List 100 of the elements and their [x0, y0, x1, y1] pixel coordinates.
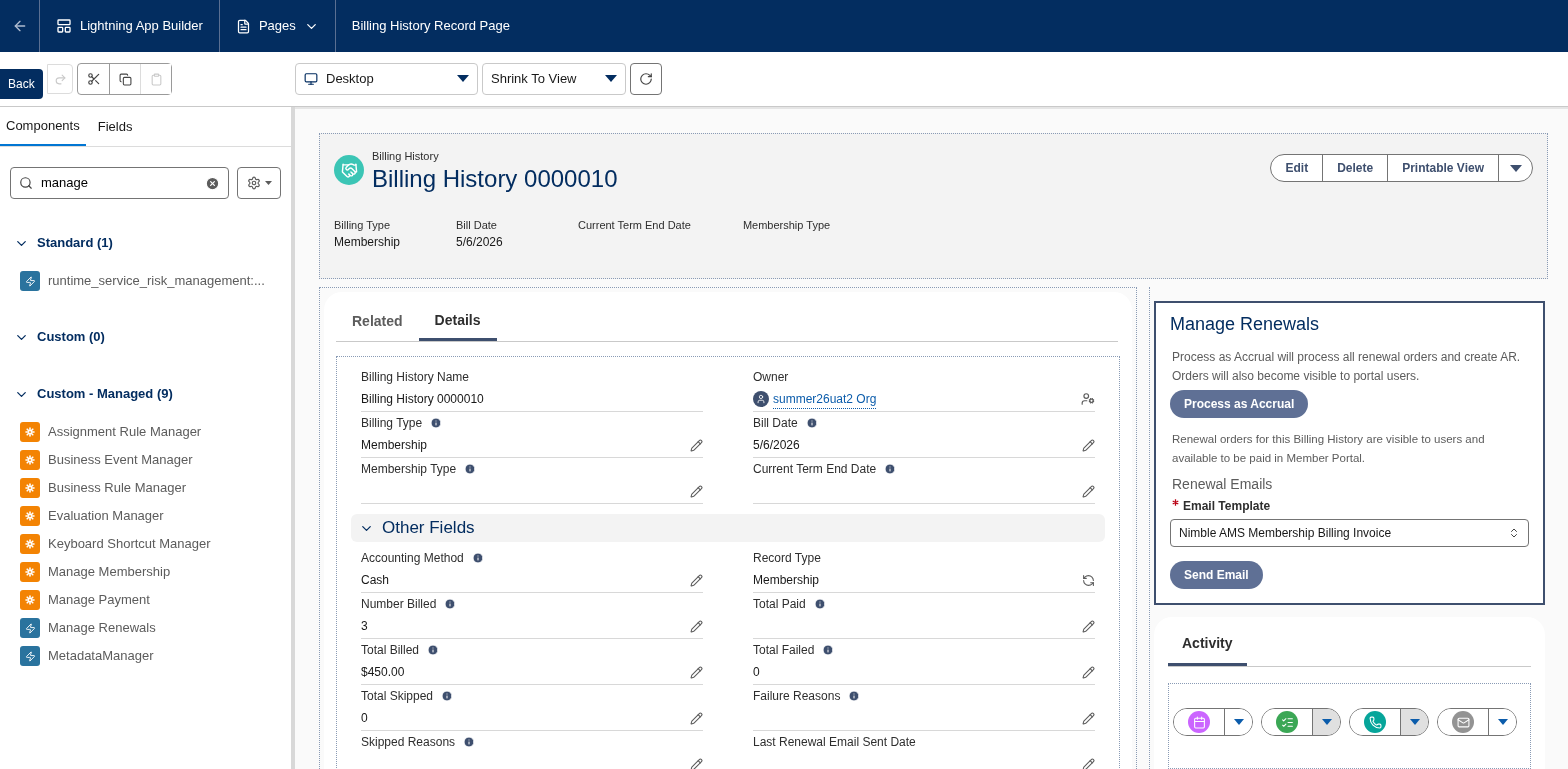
field-label: Bill Date — [753, 415, 798, 432]
field-label: Owner — [753, 369, 789, 386]
edit-icon[interactable] — [1082, 438, 1095, 452]
edit-icon[interactable] — [690, 438, 703, 452]
info-icon[interactable] — [441, 690, 454, 702]
component-item[interactable]: Business Event Manager — [0, 446, 291, 474]
record-tab[interactable]: Related — [336, 302, 419, 341]
back-tooltip: Back — [0, 69, 43, 99]
field-label: Total Skipped — [361, 688, 434, 705]
change-record-type-icon[interactable] — [1082, 573, 1095, 587]
dropdown-button[interactable] — [1224, 709, 1252, 735]
field-value: 5/6/2026 — [753, 437, 800, 454]
edit-icon[interactable] — [690, 619, 703, 633]
field-label: Billing Type — [361, 415, 423, 432]
copy-icon — [118, 72, 132, 86]
component-item[interactable]: Manage Renewals — [0, 614, 291, 642]
edit-icon[interactable] — [690, 484, 703, 498]
search-field[interactable]: manage — [10, 167, 229, 199]
group-header[interactable]: Custom - Managed (9) — [0, 382, 291, 406]
action-button[interactable]: Delete — [1322, 155, 1388, 181]
process-accrual-button[interactable]: Process as Accrual — [1170, 390, 1309, 418]
edit-icon[interactable] — [1082, 757, 1095, 769]
component-item[interactable]: MetadataManager — [0, 642, 291, 670]
app-builder-icon — [56, 18, 72, 34]
info-icon[interactable] — [848, 690, 861, 702]
record-tab[interactable]: Details — [418, 302, 497, 341]
avatar-icon — [753, 391, 769, 407]
highlight-value: Membership — [334, 234, 402, 251]
info-icon[interactable] — [430, 417, 443, 429]
dropdown-button[interactable] — [1312, 709, 1340, 735]
component-item[interactable]: Business Rule Manager — [0, 474, 291, 502]
info-icon[interactable] — [805, 417, 818, 429]
activity-tab[interactable]: Activity — [1168, 623, 1247, 666]
edit-icon[interactable] — [1082, 711, 1095, 725]
edit-icon[interactable] — [690, 711, 703, 725]
caret-icon — [1321, 719, 1332, 725]
info-icon[interactable] — [463, 736, 476, 748]
accrual-description: Process as Accrual will process all renewal orders and create AR. Orders will also become visible to portal users. — [1172, 349, 1522, 385]
field-label: Failure Reasons — [753, 688, 841, 705]
redo-icon — [53, 72, 67, 86]
component-item[interactable]: runtime_service_risk_management:... — [0, 267, 291, 295]
edit-icon[interactable] — [690, 757, 703, 769]
send-email-button[interactable]: Send Email — [1170, 561, 1263, 589]
component-item[interactable]: Manage Membership — [0, 558, 291, 586]
device-dropdown[interactable]: Desktop — [295, 63, 478, 95]
info-icon[interactable] — [884, 463, 897, 475]
field-label: Accounting Method — [361, 550, 464, 567]
field-label: Number Billed — [361, 596, 437, 613]
clipboard-icon — [149, 72, 163, 86]
template-select[interactable]: Nimble AMS Membership Billing Invoice — [1170, 519, 1529, 547]
edit-icon[interactable] — [1082, 665, 1095, 679]
action-button[interactable]: Printable View — [1387, 155, 1498, 181]
info-icon[interactable] — [822, 644, 835, 656]
component-item[interactable]: Manage Payment — [0, 586, 291, 614]
info-icon[interactable] — [813, 598, 826, 610]
component-item[interactable]: Evaluation Manager — [0, 502, 291, 530]
action-button[interactable]: Edit — [1271, 155, 1323, 181]
clear-icon[interactable] — [205, 175, 220, 191]
app-title: Lightning App Builder — [80, 17, 203, 36]
field-label: Billing History Name — [361, 369, 470, 386]
info-icon[interactable] — [444, 598, 457, 610]
caret-icon — [1509, 164, 1522, 172]
change-owner-icon[interactable] — [1081, 392, 1095, 406]
dropdown-button[interactable] — [1488, 709, 1516, 735]
field-label: Skipped Reasons — [361, 734, 456, 751]
monitor-icon — [304, 72, 318, 86]
dropdown-button[interactable] — [1400, 709, 1428, 735]
highlight-label: Billing Type — [334, 217, 392, 233]
caret-icon — [605, 75, 617, 83]
page-title: Billing History Record Page — [351, 17, 510, 36]
section-header[interactable]: Other Fields — [351, 514, 1105, 542]
object-name: Billing History — [372, 149, 440, 164]
caret-icon — [1497, 719, 1508, 725]
component-item[interactable]: Keyboard Shortcut Manager — [0, 530, 291, 558]
caret-icon — [264, 181, 272, 185]
zoom-dropdown[interactable]: Shrink To View — [482, 63, 626, 95]
sidebar-tab[interactable]: Fields — [91, 107, 139, 146]
field-value: 3 — [361, 618, 368, 635]
info-icon[interactable] — [427, 644, 440, 656]
sidebar-tab[interactable]: Components — [0, 107, 86, 146]
edit-icon[interactable] — [1082, 484, 1095, 498]
group-header[interactable]: Standard (1) — [0, 231, 291, 255]
record-title: Billing History 0000010 — [372, 164, 618, 193]
edit-icon[interactable] — [690, 573, 703, 587]
group-header[interactable]: Custom (0) — [0, 325, 291, 349]
highlight-label: Current Term End Date — [578, 217, 691, 233]
owner-link[interactable]: summer26uat2 Org — [773, 389, 877, 409]
settings-button[interactable] — [237, 167, 281, 199]
field-value: Membership — [753, 572, 820, 589]
pages-menu[interactable]: Pages — [219, 0, 336, 52]
component-item[interactable]: Assignment Rule Manager — [0, 418, 291, 446]
info-icon[interactable] — [464, 463, 477, 475]
up-down-icon — [1508, 527, 1520, 539]
field-label: Membership Type — [361, 461, 457, 478]
search-input[interactable]: manage — [41, 173, 197, 193]
portal-description: Renewal orders for this Billing History are visible to users and available to be paid in Member Portal. — [1172, 432, 1486, 466]
refresh-button[interactable] — [630, 63, 662, 95]
edit-icon[interactable] — [1082, 619, 1095, 633]
edit-icon[interactable] — [690, 665, 703, 679]
info-icon[interactable] — [471, 552, 484, 564]
